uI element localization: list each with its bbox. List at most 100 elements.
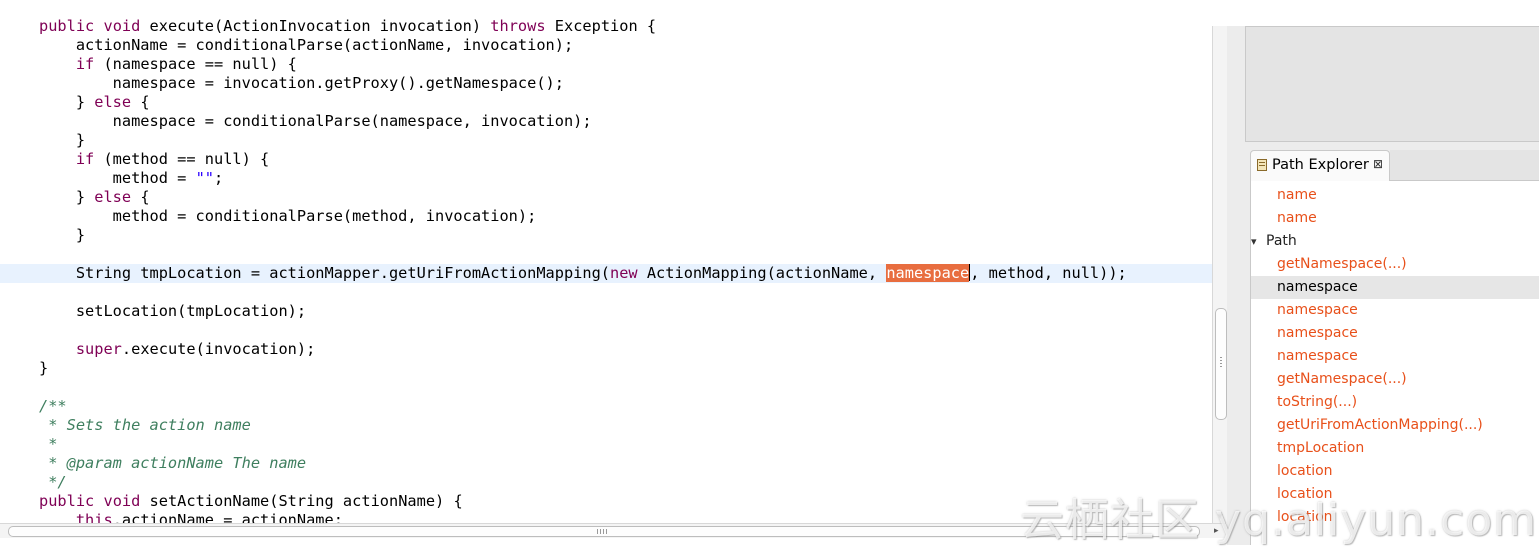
- code-line[interactable]: *: [0, 435, 1212, 454]
- keyword-token: throws: [490, 17, 546, 35]
- tree-item[interactable]: getNamespace(...): [1251, 253, 1539, 276]
- tree-item-label: name: [1277, 210, 1317, 226]
- upper-view-panel: [1245, 26, 1539, 142]
- tree-item-label: tmpLocation: [1277, 440, 1365, 456]
- comment-token: *: [39, 435, 58, 453]
- tree-item-label: name: [1277, 187, 1317, 203]
- code-line[interactable]: setLocation(tmpLocation);: [0, 302, 1212, 321]
- thumb-grip: [597, 529, 609, 534]
- tree-item[interactable]: name: [1251, 184, 1539, 207]
- code-token: namespace = invocation.getProxy().getNam…: [39, 74, 564, 92]
- code-token: ;: [213, 169, 224, 187]
- code-line[interactable]: namespace = conditionalParse(namespace, …: [0, 112, 1212, 131]
- code-token: ActionMapping(actionName,: [637, 264, 887, 282]
- code-token: Exception {: [545, 17, 657, 35]
- comment-token: */: [39, 473, 67, 491]
- tree-item[interactable]: namespace: [1251, 322, 1539, 345]
- tree-item[interactable]: location: [1251, 460, 1539, 483]
- code-token: }: [39, 226, 86, 244]
- code-line[interactable]: actionName = conditionalParse(actionName…: [0, 36, 1212, 55]
- code-line[interactable]: * @param actionName The name: [0, 454, 1212, 473]
- tree-item[interactable]: tmpLocation: [1251, 437, 1539, 460]
- code-line[interactable]: method = conditionalParse(method, invoca…: [0, 207, 1212, 226]
- code-token: namespace = conditionalParse(namespace, …: [39, 112, 592, 130]
- keyword-token: public: [39, 492, 95, 510]
- tree-item[interactable]: getNamespace(...): [1251, 368, 1539, 391]
- keyword-token: else: [94, 93, 132, 111]
- code-line[interactable]: }: [0, 359, 1212, 378]
- keyword-token: if: [75, 55, 95, 73]
- tree-item-label: namespace: [1277, 279, 1358, 295]
- code-line[interactable]: if (namespace == null) {: [0, 55, 1212, 74]
- code-token: method =: [39, 169, 196, 187]
- code-token: method = conditionalParse(method, invoca…: [39, 207, 537, 225]
- code-token: (namespace == null) {: [94, 55, 297, 73]
- tree-item[interactable]: namespace: [1251, 276, 1539, 299]
- code-line[interactable]: method = "";: [0, 169, 1212, 188]
- keyword-token: void: [103, 492, 141, 510]
- code-line[interactable]: } else {: [0, 188, 1212, 207]
- string-token: "": [195, 169, 214, 187]
- keyword-token: void: [103, 17, 141, 35]
- tab-path-explorer[interactable]: Path Explorer ⊠: [1250, 150, 1390, 181]
- current-code-line[interactable]: String tmpLocation = actionMapper.getUri…: [0, 264, 1212, 283]
- code-line[interactable]: namespace = invocation.getProxy().getNam…: [0, 74, 1212, 93]
- close-icon[interactable]: ⊠: [1373, 157, 1383, 171]
- code-token: }: [39, 188, 95, 206]
- code-editor[interactable]: public void execute(ActionInvocation inv…: [0, 0, 1212, 523]
- code-token: }: [39, 93, 95, 111]
- code-token: execute(ActionInvocation invocation): [140, 17, 491, 35]
- code-line[interactable]: [0, 245, 1212, 264]
- panel-sash[interactable]: [1227, 26, 1245, 545]
- code-line[interactable]: }: [0, 226, 1212, 245]
- tree-item-label: getUriFromActionMapping(...): [1277, 417, 1483, 433]
- code-line[interactable]: } else {: [0, 93, 1212, 112]
- code-line[interactable]: [0, 283, 1212, 302]
- tree-item-label: location: [1277, 463, 1333, 479]
- tree-item[interactable]: toString(...): [1251, 391, 1539, 414]
- comment-token: /**: [39, 397, 67, 415]
- tree-item[interactable]: name: [1251, 207, 1539, 230]
- watermark: 云栖社区 yq.aliyun.com: [1020, 495, 1538, 546]
- keyword-token: else: [94, 188, 132, 206]
- keyword-token: new: [610, 264, 638, 282]
- tree-item-label: namespace: [1277, 325, 1358, 341]
- code-token: setActionName(String actionName) {: [140, 492, 463, 510]
- code-token: {: [131, 188, 150, 206]
- tree-group-path[interactable]: ▾ Path: [1251, 230, 1539, 253]
- expand-triangle-icon[interactable]: ▾: [1251, 230, 1257, 253]
- code-line[interactable]: }: [0, 131, 1212, 150]
- code-token: setLocation(tmpLocation);: [39, 302, 307, 320]
- tree-item[interactable]: getUriFromActionMapping(...): [1251, 414, 1539, 437]
- code-line[interactable]: /**: [0, 397, 1212, 416]
- code-line[interactable]: [0, 378, 1212, 397]
- code-line[interactable]: super.execute(invocation);: [0, 340, 1212, 359]
- view-tab-strip: [1390, 150, 1539, 181]
- code-token: , method, null));: [970, 264, 1127, 282]
- keyword-token: this: [75, 511, 113, 523]
- code-line[interactable]: if (method == null) {: [0, 150, 1212, 169]
- thumb-grip: [1220, 357, 1222, 369]
- tree-item-label: toString(...): [1277, 394, 1358, 410]
- code-token: String tmpLocation = actionMapper.getUri…: [39, 264, 610, 282]
- code-token: .execute(invocation);: [121, 340, 316, 358]
- editor-vertical-scrollbar[interactable]: ▾: [1212, 26, 1227, 523]
- code-line[interactable]: * Sets the action name: [0, 416, 1212, 435]
- highlighted-token: namespace: [886, 264, 970, 282]
- keyword-token: super: [75, 340, 122, 358]
- tree-item-label: getNamespace(...): [1277, 256, 1407, 272]
- tree-item-label: Path: [1266, 233, 1297, 249]
- vertical-scroll-thumb[interactable]: [1215, 308, 1227, 420]
- keyword-token: public: [39, 17, 95, 35]
- code-line[interactable]: [0, 321, 1212, 340]
- code-token: actionName = conditionalParse(actionName…: [39, 36, 574, 54]
- tree-item[interactable]: namespace: [1251, 345, 1539, 368]
- code-token: }: [39, 131, 86, 149]
- tree-item[interactable]: namespace: [1251, 299, 1539, 322]
- code-line[interactable]: public void execute(ActionInvocation inv…: [0, 17, 1212, 36]
- view-title: Path Explorer: [1272, 157, 1369, 173]
- comment-token: * @param actionName The name: [39, 454, 307, 472]
